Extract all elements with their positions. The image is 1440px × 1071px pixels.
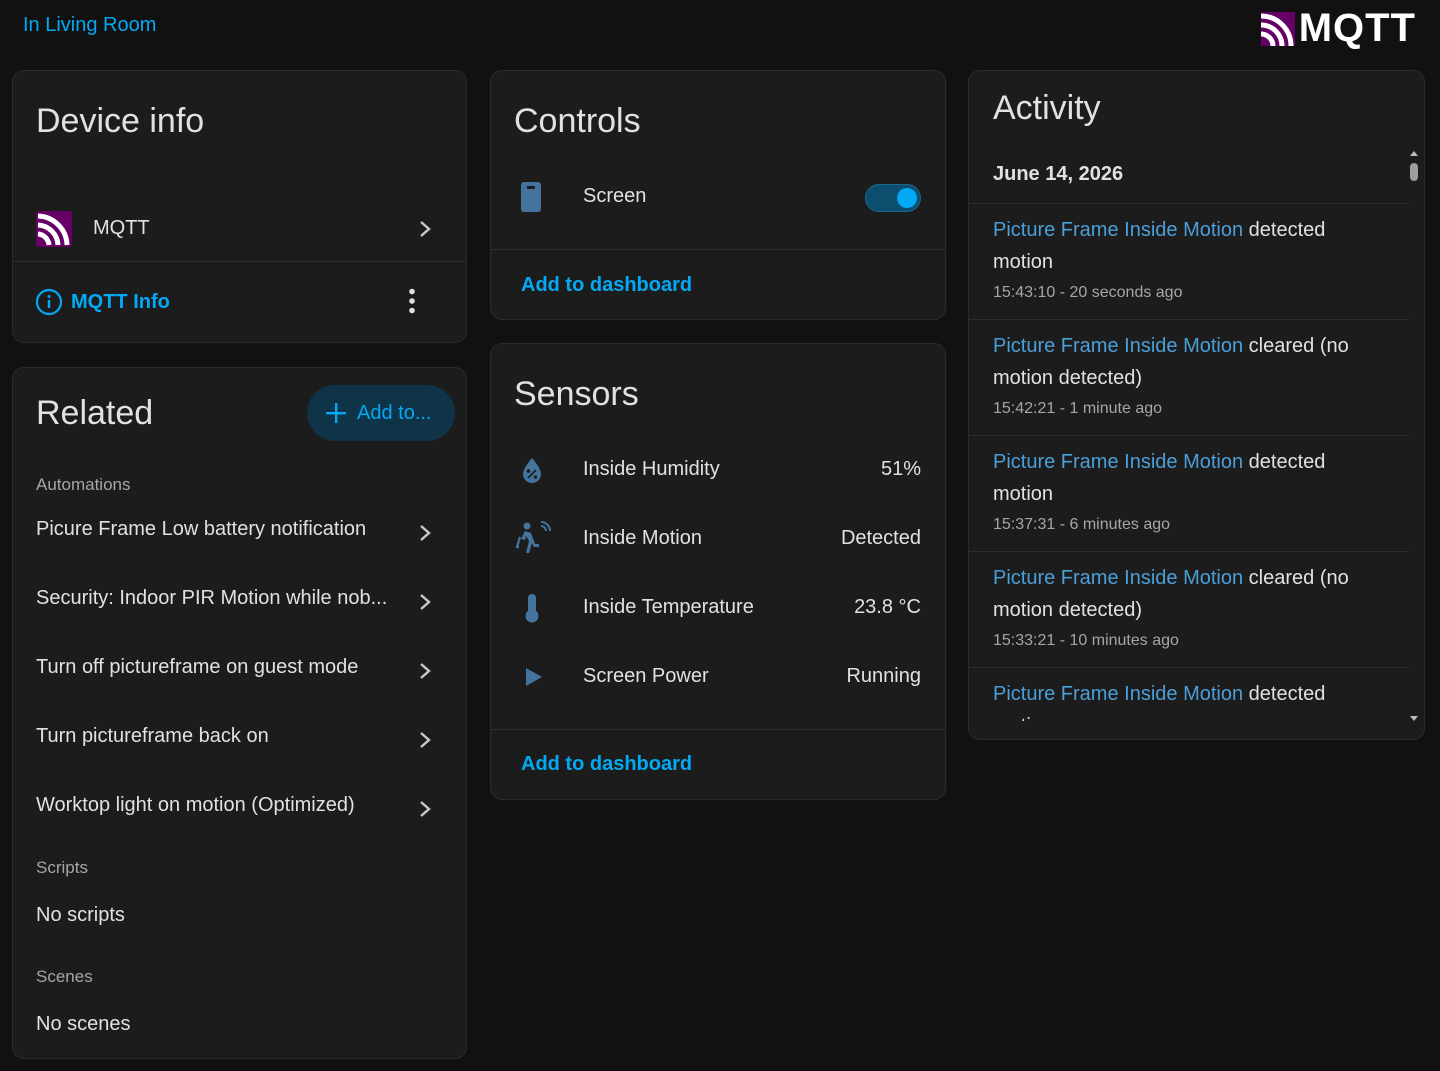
add-to-dashboard-button[interactable]: Add to dashboard (521, 274, 692, 297)
device-info-title: Device info (36, 102, 205, 140)
activity-entry: Picture Frame Inside Motion cleared (no … (969, 551, 1409, 667)
sensor-row[interactable]: Screen Power Running (491, 647, 945, 707)
divider (13, 261, 466, 262)
mqtt-logo-icon (1260, 11, 1295, 46)
control-row-screen[interactable]: Screen (491, 167, 945, 227)
activity-entry: Picture Frame Inside Motion detected mot… (969, 203, 1409, 319)
no-scripts-text: No scripts (36, 904, 125, 926)
automation-item[interactable]: Worktop light on motion (Optimized) (13, 784, 466, 834)
activity-entity-link[interactable]: Picture Frame Inside Motion (993, 335, 1243, 357)
chevron-right-icon (420, 732, 431, 748)
activity-time: 15:42:21 - 1 minute ago (993, 400, 1163, 417)
activity-scrollbar[interactable] (1408, 151, 1420, 721)
sensor-value: Running (846, 665, 921, 687)
chevron-right-icon (420, 663, 431, 679)
activity-entry: Picture Frame Inside Motion detected mot… (969, 435, 1409, 551)
scroll-down-arrow-icon[interactable] (1410, 716, 1418, 721)
activity-time: 15:33:21 - 10 minutes ago (993, 632, 1179, 649)
controls-title: Controls (514, 102, 641, 140)
integration-label: MQTT (93, 217, 150, 239)
controls-card: Controls Screen Add to dashboard (490, 70, 946, 320)
no-scenes-text: No scenes (36, 1013, 131, 1035)
sensors-card: Sensors Inside Humidity 51% Inside Motio… (490, 343, 946, 800)
toggle-knob (897, 188, 917, 208)
activity-entry: Picture Frame Inside Motion detected mot… (969, 667, 1409, 721)
divider (491, 729, 945, 730)
sensor-label: Inside Temperature (583, 596, 754, 618)
automation-name: Turn off pictureframe on guest mode (36, 656, 359, 678)
activity-entity-link[interactable]: Picture Frame Inside Motion (993, 683, 1243, 705)
sensor-label: Inside Humidity (583, 458, 720, 480)
automation-item[interactable]: Turn off pictureframe on guest mode (13, 646, 466, 696)
motion-sensor-icon (515, 521, 551, 553)
activity-message: Picture Frame Inside Motion detected mot… (993, 678, 1383, 721)
sensor-row[interactable]: Inside Humidity 51% (491, 440, 945, 500)
sensor-label: Inside Motion (583, 527, 702, 549)
sensor-value: 23.8 °C (854, 596, 921, 618)
automation-name: Turn pictureframe back on (36, 725, 269, 747)
device-info-card: Device info MQTT MQTT Info (12, 70, 467, 343)
mqtt-info-label: MQTT Info (71, 290, 170, 313)
activity-date: June 14, 2026 (993, 163, 1124, 185)
water-percent-icon (523, 458, 541, 483)
mqtt-info-button[interactable]: MQTT Info (35, 288, 170, 316)
add-to-button[interactable]: Add to... (307, 385, 455, 441)
automation-name: Picure Frame Low battery notification (36, 518, 367, 540)
sensor-value: 51% (880, 458, 921, 480)
plus-icon (326, 403, 346, 423)
scroll-up-arrow-icon[interactable] (1410, 151, 1418, 156)
activity-time: 15:37:31 - 6 minutes ago (993, 516, 1171, 533)
activity-message: Picture Frame Inside Motion detected mot… (993, 214, 1383, 278)
sensor-row[interactable]: Inside Motion Detected (491, 509, 945, 569)
automation-item[interactable]: Picure Frame Low battery notification (13, 508, 466, 558)
automation-name: Security: Indoor PIR Motion while nob... (36, 587, 388, 609)
mqtt-logo-icon (36, 211, 72, 247)
activity-entity-link[interactable]: Picture Frame Inside Motion (993, 567, 1243, 589)
activity-message: Picture Frame Inside Motion cleared (no … (993, 330, 1383, 394)
logo-text: MQTT (1298, 6, 1416, 50)
thermometer-icon (525, 594, 539, 623)
related-title: Related (36, 394, 154, 432)
activity-title: Activity (993, 89, 1101, 127)
chevron-right-icon (420, 594, 431, 610)
dots-vertical-icon[interactable] (408, 288, 416, 314)
scroll-thumb[interactable] (1410, 163, 1418, 181)
mqtt-brand-logo: MQTT (1260, 6, 1416, 51)
activity-list[interactable]: Picture Frame Inside Motion detected mot… (969, 203, 1409, 721)
tablet-icon (521, 182, 541, 212)
automation-item[interactable]: Security: Indoor PIR Motion while nob... (13, 577, 466, 627)
activity-message: Picture Frame Inside Motion detected mot… (993, 446, 1383, 510)
area-link[interactable]: In Living Room (23, 14, 156, 37)
activity-entity-link[interactable]: Picture Frame Inside Motion (993, 219, 1243, 241)
activity-time: 15:43:10 - 20 seconds ago (993, 284, 1183, 301)
chevron-right-icon (420, 525, 431, 541)
integration-row-mqtt[interactable]: MQTT (13, 195, 466, 263)
scenes-label: Scenes (36, 967, 93, 986)
divider (491, 249, 945, 250)
chevron-right-icon (420, 801, 431, 817)
control-label: Screen (583, 185, 647, 207)
add-to-dashboard-button[interactable]: Add to dashboard (521, 753, 692, 776)
activity-card: Activity June 14, 2026 Picture Frame Ins… (968, 70, 1425, 740)
top-bar: In Living Room MQTT (0, 0, 1440, 60)
automation-name: Worktop light on motion (Optimized) (36, 794, 355, 816)
info-circle-icon (35, 288, 63, 316)
sensors-title: Sensors (514, 375, 639, 413)
scripts-label: Scripts (36, 858, 88, 877)
activity-entry: Picture Frame Inside Motion cleared (no … (969, 319, 1409, 435)
related-card: Related Add to... Automations Picure Fra… (12, 367, 467, 1059)
screen-toggle[interactable] (865, 184, 921, 212)
automation-item[interactable]: Turn pictureframe back on (13, 715, 466, 765)
activity-entity-link[interactable]: Picture Frame Inside Motion (993, 451, 1243, 473)
chevron-right-icon (420, 221, 431, 237)
add-to-label: Add to... (357, 401, 432, 424)
activity-message: Picture Frame Inside Motion cleared (no … (993, 562, 1383, 626)
sensor-label: Screen Power (583, 665, 709, 687)
sensor-value: Detected (840, 527, 921, 549)
sensor-row[interactable]: Inside Temperature 23.8 °C (491, 578, 945, 638)
play-icon (526, 668, 542, 686)
automations-label: Automations (36, 475, 131, 494)
